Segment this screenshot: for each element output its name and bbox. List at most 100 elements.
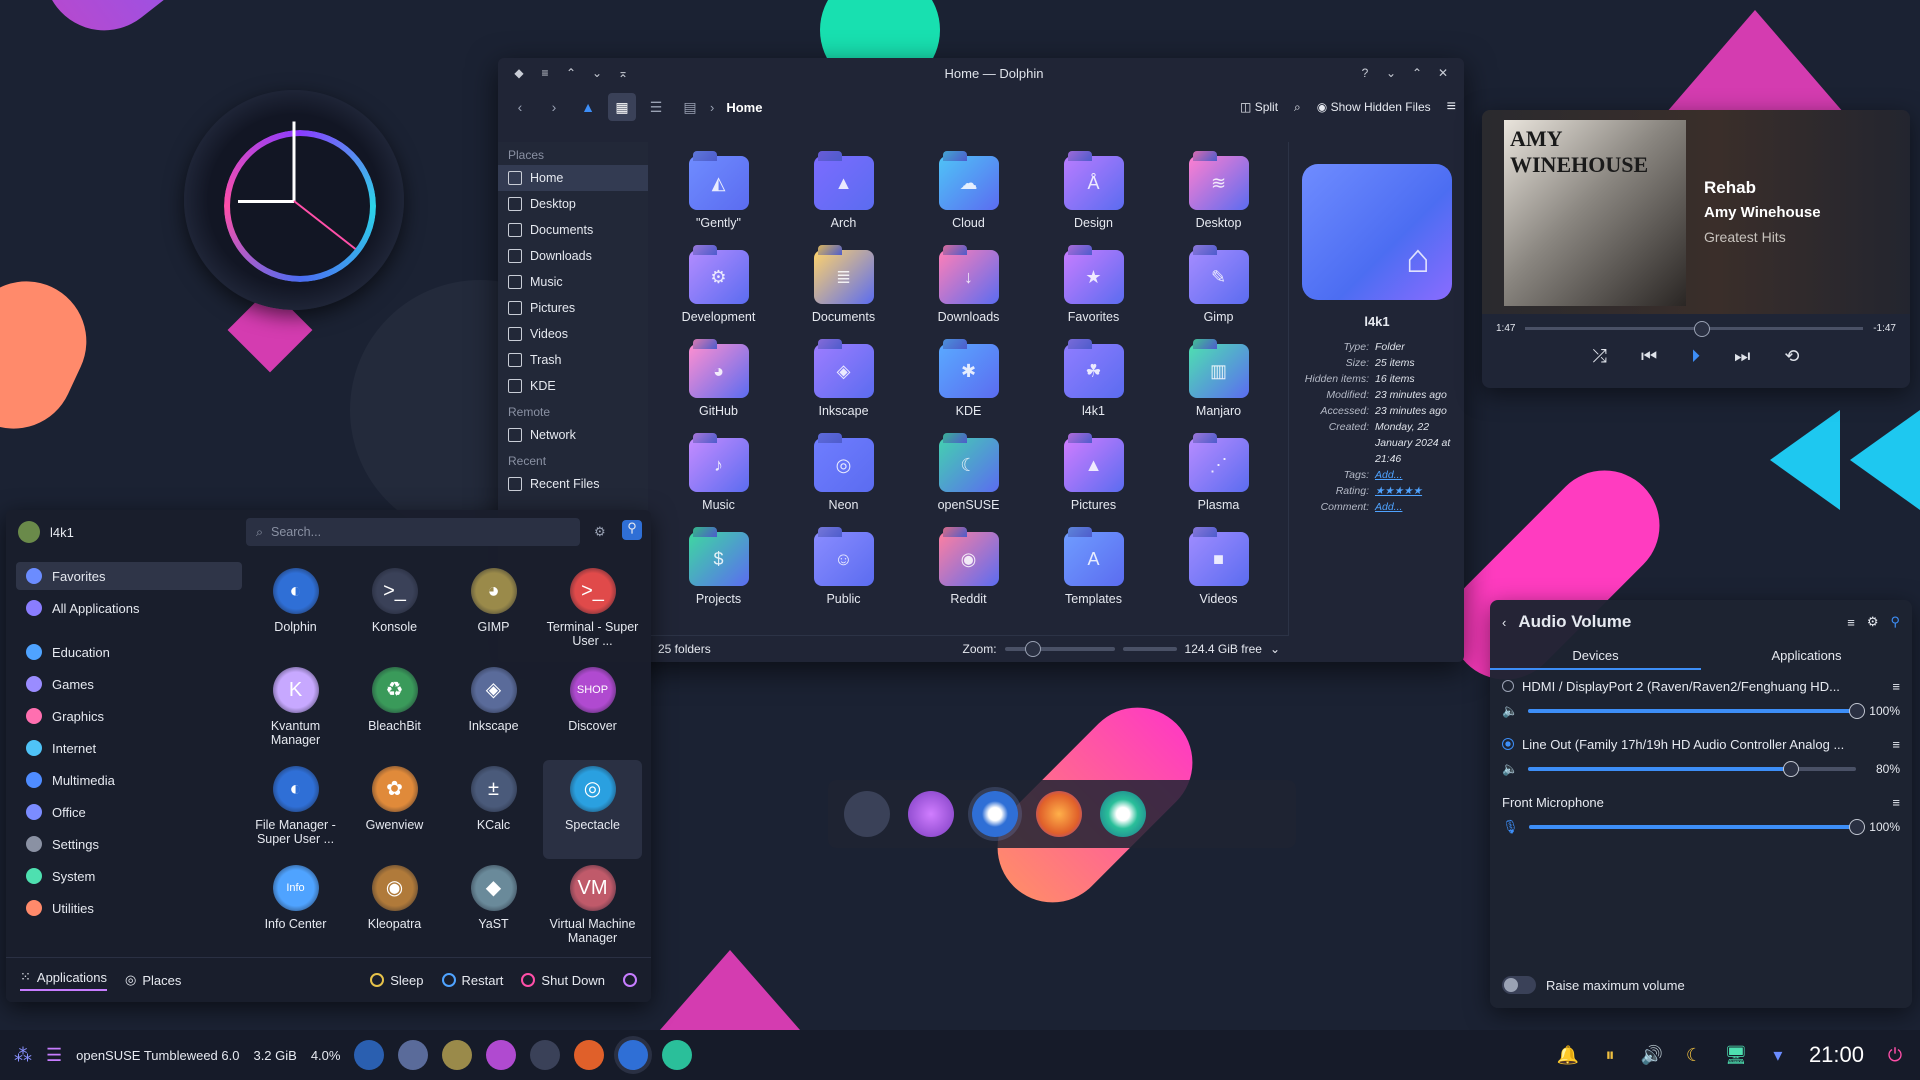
- breadcrumb[interactable]: Home: [726, 100, 762, 115]
- sleep-button[interactable]: Sleep: [370, 973, 424, 988]
- app-item[interactable]: ◈ Inkscape: [444, 661, 543, 760]
- tab-applications[interactable]: Applications: [1701, 644, 1912, 670]
- folder-item[interactable]: Å Design: [1031, 148, 1156, 242]
- filter-icon[interactable]: ⚙: [594, 524, 606, 540]
- app-item[interactable]: ◐ Dolphin: [246, 562, 345, 661]
- folder-item[interactable]: $ Projects: [656, 524, 781, 618]
- minimize-button[interactable]: ⌄: [1378, 66, 1404, 80]
- folder-item[interactable]: ≣ Documents: [781, 242, 906, 336]
- place-item[interactable]: Network: [498, 422, 648, 448]
- category-item[interactable]: Office: [16, 798, 242, 826]
- app-item[interactable]: >_ Terminal - Super User ...: [543, 562, 642, 661]
- help-icon[interactable]: ?: [1352, 66, 1378, 80]
- folder-item[interactable]: A Templates: [1031, 524, 1156, 618]
- applications-tab[interactable]: ⁙ Applications: [20, 969, 108, 991]
- settings-dock-icon[interactable]: [844, 791, 890, 837]
- category-item[interactable]: Utilities: [16, 894, 242, 922]
- search-input[interactable]: ⌕ Search...: [246, 518, 580, 546]
- pager-icon[interactable]: ☰: [46, 1045, 62, 1066]
- inkscape-task-icon[interactable]: [398, 1040, 429, 1070]
- app-item[interactable]: ± KCalc: [444, 760, 543, 859]
- gimp-task-icon[interactable]: [442, 1040, 473, 1070]
- media-player-task-icon[interactable]: [662, 1040, 693, 1070]
- category-item[interactable]: All Applications: [16, 594, 242, 622]
- next-icon[interactable]: ⏭: [1734, 346, 1750, 367]
- folder-item[interactable]: ☘ l4k1: [1031, 336, 1156, 430]
- place-item[interactable]: Music: [498, 269, 648, 295]
- place-item[interactable]: Trash: [498, 347, 648, 373]
- device-volume-handle[interactable]: [1849, 703, 1865, 719]
- details-view-icon[interactable]: ☰: [642, 93, 670, 121]
- split-button[interactable]: ◫ Split: [1240, 100, 1278, 114]
- keep-below-icon[interactable]: ⌄: [584, 66, 610, 80]
- app-item[interactable]: ◕ GIMP: [444, 562, 543, 661]
- menu-icon[interactable]: ≡: [532, 66, 558, 80]
- place-item[interactable]: Recent Files: [498, 471, 648, 497]
- app-item[interactable]: ✿ Gwenview: [345, 760, 444, 859]
- app-item[interactable]: ◆ YaST: [444, 859, 543, 958]
- close-button[interactable]: ✕: [1430, 66, 1456, 80]
- category-item[interactable]: Education: [16, 638, 242, 666]
- launcher-icon[interactable]: ⁂: [14, 1045, 32, 1066]
- play-icon[interactable]: ⏵: [1691, 346, 1700, 367]
- app-item[interactable]: ♻ BleachBit: [345, 661, 444, 760]
- restart-button[interactable]: Restart: [441, 973, 503, 988]
- app-item[interactable]: ◎ Spectacle: [543, 760, 642, 859]
- folder-item[interactable]: ☁ Cloud: [906, 148, 1031, 242]
- hamburger-menu-icon[interactable]: ≡: [1847, 615, 1855, 630]
- repeat-icon[interactable]: ⟲: [1784, 346, 1799, 367]
- place-item[interactable]: Desktop: [498, 191, 648, 217]
- folder-item[interactable]: ⋰ Plasma: [1156, 430, 1281, 524]
- clock[interactable]: 21:00: [1809, 1042, 1864, 1068]
- folder-item[interactable]: ☺ Public: [781, 524, 906, 618]
- app-item[interactable]: ◉ Kleopatra: [345, 859, 444, 958]
- folder-item[interactable]: ☾ openSUSE: [906, 430, 1031, 524]
- place-item[interactable]: Home: [498, 165, 648, 191]
- dolphin-dock-icon[interactable]: [972, 791, 1018, 837]
- discover-task-icon[interactable]: [486, 1040, 517, 1070]
- network-icon[interactable]: 🖥: [1725, 1044, 1748, 1066]
- app-item[interactable]: VM Virtual Machine Manager: [543, 859, 642, 958]
- info-value[interactable]: Add...: [1375, 467, 1464, 483]
- app-item[interactable]: Info Info Center: [246, 859, 345, 958]
- leave-button[interactable]: [623, 973, 637, 987]
- settings-task-icon[interactable]: [530, 1040, 561, 1070]
- place-item[interactable]: Documents: [498, 217, 648, 243]
- hamburger-menu-icon[interactable]: ≡: [1892, 679, 1900, 694]
- places-tab[interactable]: ◎ Places: [125, 972, 181, 988]
- volume-icon[interactable]: 🔊: [1641, 1044, 1663, 1066]
- system-monitor-task-icon[interactable]: [354, 1040, 385, 1070]
- firefox-task-icon[interactable]: [574, 1040, 605, 1070]
- discover-dock-icon[interactable]: [908, 791, 954, 837]
- seek-handle[interactable]: [1694, 320, 1711, 337]
- show-hidden-files-button[interactable]: ◉ Show Hidden Files: [1317, 100, 1431, 114]
- place-item[interactable]: Pictures: [498, 295, 648, 321]
- zoom-slider-handle[interactable]: [1024, 641, 1041, 657]
- app-item[interactable]: >_ Konsole: [345, 562, 444, 661]
- category-item[interactable]: Favorites: [16, 562, 242, 590]
- hamburger-menu-icon[interactable]: ≡: [1447, 98, 1456, 116]
- avatar[interactable]: [18, 521, 40, 543]
- chevron-down-icon[interactable]: ⌄: [1270, 642, 1280, 656]
- back-icon[interactable]: ‹: [506, 93, 534, 121]
- media-player-dock-icon[interactable]: [1100, 791, 1146, 837]
- category-item[interactable]: Multimedia: [16, 766, 242, 794]
- tab-devices[interactable]: Devices: [1490, 644, 1701, 670]
- folder-item[interactable]: ≋ Desktop: [1156, 148, 1281, 242]
- maximize-button[interactable]: ⌃: [1404, 66, 1430, 80]
- up-icon[interactable]: ▲: [574, 93, 602, 121]
- forward-icon[interactable]: ›: [540, 93, 568, 121]
- zoom-slider[interactable]: [1004, 641, 1115, 657]
- app-item[interactable]: K Kvantum Manager: [246, 661, 345, 760]
- keep-above-icon[interactable]: ⌃: [558, 66, 584, 80]
- pause-icon[interactable]: ⏸: [1599, 1044, 1621, 1066]
- back-icon[interactable]: ‹: [1502, 615, 1506, 630]
- hamburger-menu-icon[interactable]: ≡: [1892, 795, 1900, 810]
- default-device-radio[interactable]: [1502, 680, 1514, 692]
- folder-item[interactable]: ▥ Manjaro: [1156, 336, 1281, 430]
- folder-item[interactable]: ■ Videos: [1156, 524, 1281, 618]
- raise-volume-switch[interactable]: [1502, 976, 1536, 994]
- power-icon[interactable]: ⏻: [1884, 1044, 1906, 1066]
- folder-item[interactable]: ◕ GitHub: [656, 336, 781, 430]
- configure-icon[interactable]: ⚙: [1867, 614, 1879, 630]
